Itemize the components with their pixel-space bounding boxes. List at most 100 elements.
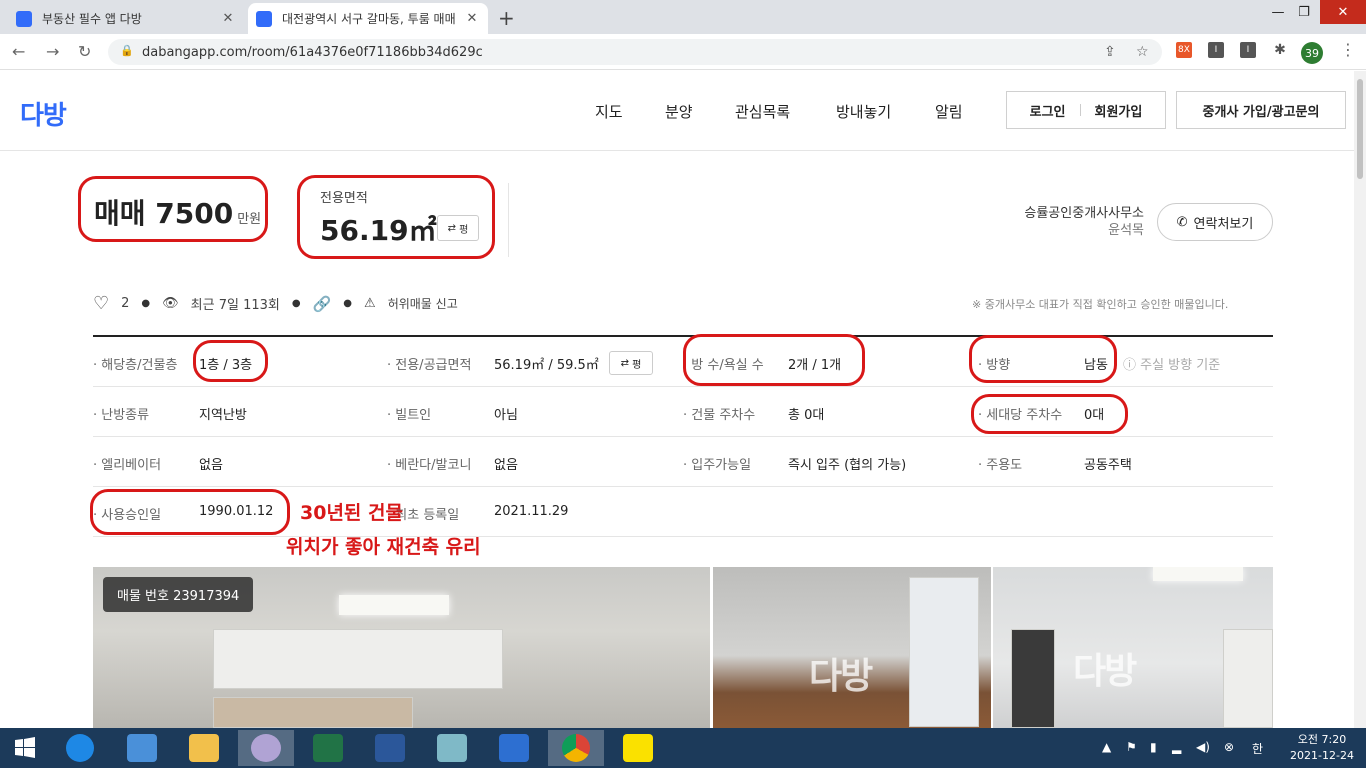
volume-icon[interactable]: ◀) [1196,740,1210,754]
profile-avatar[interactable]: 39 [1301,42,1323,64]
value-usage: 공동주택 [1084,458,1132,473]
kitchen-cabinet [213,629,503,689]
value-area: 56.19㎡ / 59.5㎡ [494,358,599,373]
phone-icon: ✆ [1176,214,1188,230]
chrome-icon[interactable] [548,730,604,766]
tab-title: 부동산 필수 앱 다방 [42,12,142,26]
nav-map[interactable]: 지도 [595,101,623,122]
heart-icon[interactable]: ♡ [93,293,109,314]
room-photo[interactable]: 매물 번호 23917394 [93,567,710,728]
page-content: 다방 지도 분양 관심목록 방내놓기 알림 로그인 회원가입 중개사 가입/광고… [0,71,1354,728]
paint-icon[interactable] [238,730,294,766]
value-elevator: 없음 [199,458,223,473]
back-icon[interactable]: ← [12,42,25,61]
value-registered-date: 2021.11.29 [494,504,569,519]
divider [508,183,509,257]
link-icon[interactable]: 🔗 [313,295,332,313]
menu-kebab-icon[interactable]: ⋮ [1340,40,1356,59]
puzzle-icon[interactable]: ✱ [1272,42,1288,58]
nav-notifications[interactable]: 알림 [935,101,963,122]
listing-number-badge: 매물 번호 23917394 [103,577,254,612]
login-button[interactable]: 로그인 [1030,101,1066,120]
value-balcony: 없음 [494,458,518,473]
file-explorer-icon[interactable] [176,730,232,766]
label-floor: · 해당층/건물층 [93,358,178,373]
value-builtin: 아님 [494,408,518,423]
annotation-circle [90,489,290,535]
bullet: ● [141,298,151,309]
battery-icon[interactable]: ▮ [1150,740,1157,754]
agency-name: 승률공인중개사사무소 [1024,206,1144,221]
system-clock[interactable]: 오전 7:20 2021-12-24 [1284,732,1360,764]
tab-listing[interactable]: 대전광역시 서구 갈마동, 투룸 매매 ✕ [248,3,488,34]
word-icon[interactable] [362,730,418,766]
agent-signup-button[interactable]: 중개사 가입/광고문의 [1176,91,1346,129]
annotation-circle [683,334,865,386]
dabang-favicon-icon [16,10,32,27]
label-move-in: · 입주가능일 [683,458,752,473]
photo-gallery[interactable]: 매물 번호 23917394 다방 다방 [93,567,1273,728]
hangul-icon[interactable] [486,730,542,766]
tab-close-icon[interactable]: ✕ [464,11,480,26]
scrollbar-thumb[interactable] [1357,79,1363,179]
verification-note: ※ 중개사무소 대표가 직접 확인하고 승인한 매물입니다. [972,298,1229,311]
kitchen-counter [213,697,413,728]
direction-hint: ⓘ 주실 방향 기준 [1123,358,1221,373]
contact-button[interactable]: ✆ 연락처보기 [1157,203,1273,241]
report-link[interactable]: 허위매물 신고 [388,295,458,312]
internet-explorer-icon[interactable] [52,730,108,766]
browser-toolbar: ← → ↻ 🔒 dabangapp.com/room/61a4376e0f711… [0,34,1366,70]
reload-icon[interactable]: ↻ [78,42,91,61]
view-count: 최근 7일 113회 [190,298,280,313]
flag-icon[interactable]: ⚑ [1126,740,1137,754]
room-photo[interactable]: 다방 [713,567,991,728]
dabang-favicon-icon [256,10,272,27]
window-close-icon[interactable]: ✕ [1320,0,1366,24]
share-icon[interactable]: ⇪ [1104,44,1116,60]
like-count: 2 [121,296,130,311]
extension-icon[interactable]: I [1240,42,1256,58]
clock-time: 오전 7:20 [1297,733,1347,746]
tray-expand-icon[interactable]: ▲ [1102,740,1111,754]
contact-label: 연락처보기 [1193,216,1254,232]
excel-icon[interactable] [300,730,356,766]
annotation-circle [297,175,495,259]
network-icon[interactable]: ▂ [1172,740,1181,754]
annotation-text: 30년된 건물 [300,502,403,524]
pyeong-toggle-button[interactable]: ⇄ 평 [609,351,653,375]
control-panel-icon[interactable] [114,730,170,766]
address-bar[interactable]: 🔒 dabangapp.com/room/61a4376e0f71186bb34… [108,39,1162,65]
agency-info: 승률공인중개사사무소 윤석목 [984,205,1144,239]
lock-icon: 🔒 [120,44,134,57]
tab-close-icon[interactable]: ✕ [220,11,236,26]
value-heating: 지역난방 [199,408,247,423]
room-photo[interactable]: 다방 [993,567,1273,728]
site-header: 다방 지도 분양 관심목록 방내놓기 알림 로그인 회원가입 중개사 가입/광고… [0,71,1354,151]
kakaotalk-icon[interactable] [610,730,666,766]
forward-icon[interactable]: → [46,42,59,61]
annotation-text: 위치가 좋아 재건축 유리 [286,536,481,558]
nav-presale[interactable]: 분양 [665,101,693,122]
ime-indicator[interactable]: 한 [1252,740,1263,757]
new-tab-button[interactable]: + [498,6,515,30]
agent-name: 윤석목 [1108,223,1144,238]
pyeong-label: 평 [632,359,642,371]
window-restore-icon[interactable]: ❐ [1292,0,1316,24]
tab-dabang-home[interactable]: 부동산 필수 앱 다방 ✕ [8,3,244,34]
windows-start-icon[interactable] [0,730,50,766]
page-scrollbar[interactable] [1354,71,1366,728]
nav-list-room[interactable]: 방내놓기 [836,101,891,122]
notes-app-icon[interactable] [424,730,480,766]
nav-favorites[interactable]: 관심목록 [735,101,790,122]
siren-icon: ⚠ [364,296,376,311]
window-minimize-icon[interactable]: — [1266,0,1290,24]
extension-icon[interactable]: I [1208,42,1224,58]
window [909,577,979,727]
extension-icon[interactable]: 8X [1176,42,1192,58]
close-circle-icon[interactable]: ⊗ [1224,740,1234,754]
bookmark-star-icon[interactable]: ☆ [1136,44,1149,60]
dabang-logo[interactable]: 다방 [20,95,67,132]
eye-icon: 👁 [162,296,179,311]
url-text[interactable]: dabangapp.com/room/61a4376e0f71186bb34d6… [142,45,483,60]
signup-button[interactable]: 회원가입 [1095,101,1143,120]
